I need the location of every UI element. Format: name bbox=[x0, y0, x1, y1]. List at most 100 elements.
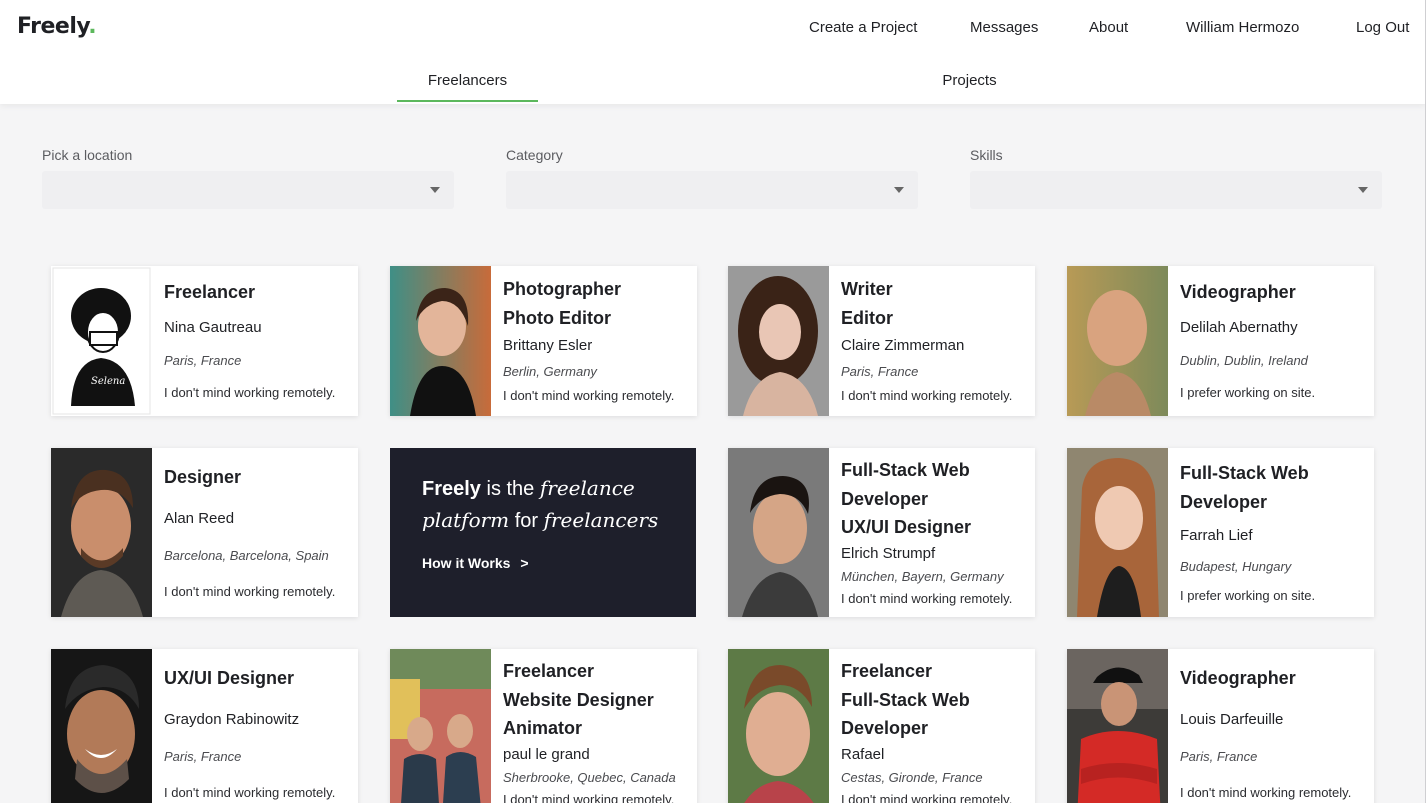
card-name: Graydon Rabinowitz bbox=[164, 711, 300, 728]
how-it-works-label: How it Works bbox=[422, 555, 511, 571]
card-role: Videographer bbox=[1180, 282, 1296, 302]
card-preference: I prefer working on site. bbox=[1180, 385, 1316, 400]
promo-headline-line2: platform for freelancers bbox=[422, 508, 658, 533]
promo-brand: Freely bbox=[422, 478, 481, 500]
card-role: Full-Stack Web bbox=[841, 689, 970, 710]
card-info: UX/UI Designer Graydon Rabinowitz Paris,… bbox=[164, 649, 350, 803]
card-role: Editor bbox=[841, 307, 893, 328]
card-role: Photographer bbox=[503, 279, 622, 299]
top-header: Freely. Create a Project Messages About … bbox=[0, 0, 1425, 104]
card-preference: I don't mind working remotely. bbox=[503, 792, 675, 803]
location-filter-label: Pick a location bbox=[42, 147, 133, 163]
chevron-down-icon bbox=[1358, 187, 1368, 193]
card-name: paul le grand bbox=[503, 746, 590, 763]
card-role: Videographer bbox=[1180, 668, 1296, 688]
card-info: Designer Alan Reed Barcelona, Barcelona,… bbox=[164, 448, 350, 617]
avatar bbox=[1067, 448, 1168, 617]
category-select[interactable] bbox=[506, 171, 918, 209]
freelancer-card[interactable]: Full-Stack Web Developer UX/UI Designer … bbox=[728, 448, 1035, 617]
card-role: Animator bbox=[503, 718, 583, 738]
card-info: Videographer Louis Darfeuille Paris, Fra… bbox=[1180, 649, 1366, 803]
card-name: Alan Reed bbox=[164, 510, 235, 527]
card-role: Website Designer bbox=[503, 689, 654, 710]
svg-text:Selena: Selena bbox=[91, 376, 125, 387]
freelancer-card[interactable]: Photographer Photo Editor Brittany Esler… bbox=[390, 266, 697, 416]
card-role: Developer bbox=[841, 718, 929, 738]
card-role: Developer bbox=[841, 488, 929, 509]
card-role: Designer bbox=[164, 467, 242, 487]
card-role: Freelancer bbox=[841, 661, 933, 681]
promo-text: is the bbox=[480, 478, 540, 500]
avatar bbox=[390, 266, 491, 416]
app-root: Freely. Create a Project Messages About … bbox=[0, 0, 1426, 803]
avatar bbox=[51, 649, 152, 803]
how-it-works-link[interactable]: How it Works > bbox=[422, 555, 529, 571]
freelancer-card[interactable]: Freelancer Website Designer Animator pau… bbox=[390, 649, 697, 803]
card-preference: I don't mind working remotely. bbox=[1180, 785, 1352, 800]
card-role: Writer bbox=[841, 279, 893, 299]
skills-select[interactable] bbox=[970, 171, 1382, 209]
freely-logo[interactable]: Freely. bbox=[17, 14, 97, 39]
freelancer-card[interactable]: Writer Editor Claire Zimmerman Paris, Fr… bbox=[728, 266, 1035, 416]
freelancer-card[interactable]: Selena Freelancer Nina Gautreau Paris, F… bbox=[51, 266, 358, 416]
avatar bbox=[1067, 266, 1168, 416]
freelancer-card[interactable]: Designer Alan Reed Barcelona, Barcelona,… bbox=[51, 448, 358, 617]
card-location: Paris, France bbox=[1180, 749, 1258, 764]
chevron-down-icon bbox=[894, 187, 904, 193]
card-role: Freelancer bbox=[503, 661, 595, 681]
freelancer-card[interactable]: Videographer Louis Darfeuille Paris, Fra… bbox=[1067, 649, 1374, 803]
card-info: Full-Stack Web Developer UX/UI Designer … bbox=[841, 448, 1027, 617]
card-info: Videographer Delilah Abernathy Dublin, D… bbox=[1180, 266, 1366, 416]
card-name: Claire Zimmerman bbox=[841, 337, 965, 354]
card-info: Freelancer Nina Gautreau Paris, France I… bbox=[164, 266, 350, 416]
card-info: Writer Editor Claire Zimmerman Paris, Fr… bbox=[841, 266, 1027, 416]
avatar bbox=[51, 448, 152, 617]
card-name: Elrich Strumpf bbox=[841, 545, 936, 562]
card-name: Nina Gautreau bbox=[164, 319, 262, 336]
nav-user-profile[interactable]: William Hermozo bbox=[1186, 19, 1299, 36]
card-role: Freelancer bbox=[164, 282, 256, 302]
nav-logout[interactable]: Log Out bbox=[1356, 19, 1409, 36]
card-name: Louis Darfeuille bbox=[1180, 711, 1284, 728]
logo-text: Freely bbox=[17, 14, 89, 39]
promo-text: for bbox=[509, 510, 544, 532]
card-preference: I don't mind working remotely. bbox=[164, 385, 336, 400]
promo-emphasis: platform bbox=[422, 508, 510, 532]
freelancer-card[interactable]: UX/UI Designer Graydon Rabinowitz Paris,… bbox=[51, 649, 358, 803]
card-location: Paris, France bbox=[164, 749, 242, 764]
chevron-right-icon: > bbox=[520, 555, 529, 571]
promo-headline-line1: Freely is the freelance bbox=[422, 476, 635, 501]
card-location: Barcelona, Barcelona, Spain bbox=[164, 548, 329, 563]
avatar: Selena bbox=[51, 266, 152, 416]
card-preference: I prefer working on site. bbox=[1180, 588, 1316, 603]
card-location: Dublin, Dublin, Ireland bbox=[1180, 353, 1308, 368]
freelancer-card[interactable]: Videographer Delilah Abernathy Dublin, D… bbox=[1067, 266, 1374, 416]
promo-emphasis: freelance bbox=[539, 476, 635, 500]
freelancer-card[interactable]: Freelancer Full-Stack Web Developer Rafa… bbox=[728, 649, 1035, 803]
card-info: Freelancer Full-Stack Web Developer Rafa… bbox=[841, 649, 1027, 803]
card-preference: I don't mind working remotely. bbox=[841, 792, 1013, 803]
avatar bbox=[728, 266, 829, 416]
card-location: Cestas, Gironde, France bbox=[841, 770, 983, 785]
card-location: München, Bayern, Germany bbox=[841, 569, 1004, 584]
card-preference: I don't mind working remotely. bbox=[841, 388, 1013, 403]
card-preference: I don't mind working remotely. bbox=[503, 388, 675, 403]
active-tab-indicator bbox=[397, 100, 538, 102]
tab-projects[interactable]: Projects bbox=[899, 72, 1040, 89]
nav-create-project[interactable]: Create a Project bbox=[809, 19, 917, 36]
tab-freelancers[interactable]: Freelancers bbox=[397, 72, 538, 89]
card-role: UX/UI Designer bbox=[841, 517, 972, 537]
chevron-down-icon bbox=[430, 187, 440, 193]
card-role: Photo Editor bbox=[503, 307, 611, 328]
card-role: Developer bbox=[1180, 491, 1268, 512]
nav-messages[interactable]: Messages bbox=[970, 19, 1038, 36]
location-select[interactable] bbox=[42, 171, 454, 209]
card-name: Delilah Abernathy bbox=[1180, 319, 1298, 336]
nav-about[interactable]: About bbox=[1089, 19, 1128, 36]
freelancer-card[interactable]: Full-Stack Web Developer Farrah Lief Bud… bbox=[1067, 448, 1374, 617]
card-name: Rafael bbox=[841, 746, 885, 763]
avatar bbox=[390, 649, 491, 803]
skills-filter-label: Skills bbox=[970, 147, 1003, 163]
promo-card: Freely is the freelance platform for fre… bbox=[390, 448, 696, 617]
card-info: Freelancer Website Designer Animator pau… bbox=[503, 649, 689, 803]
